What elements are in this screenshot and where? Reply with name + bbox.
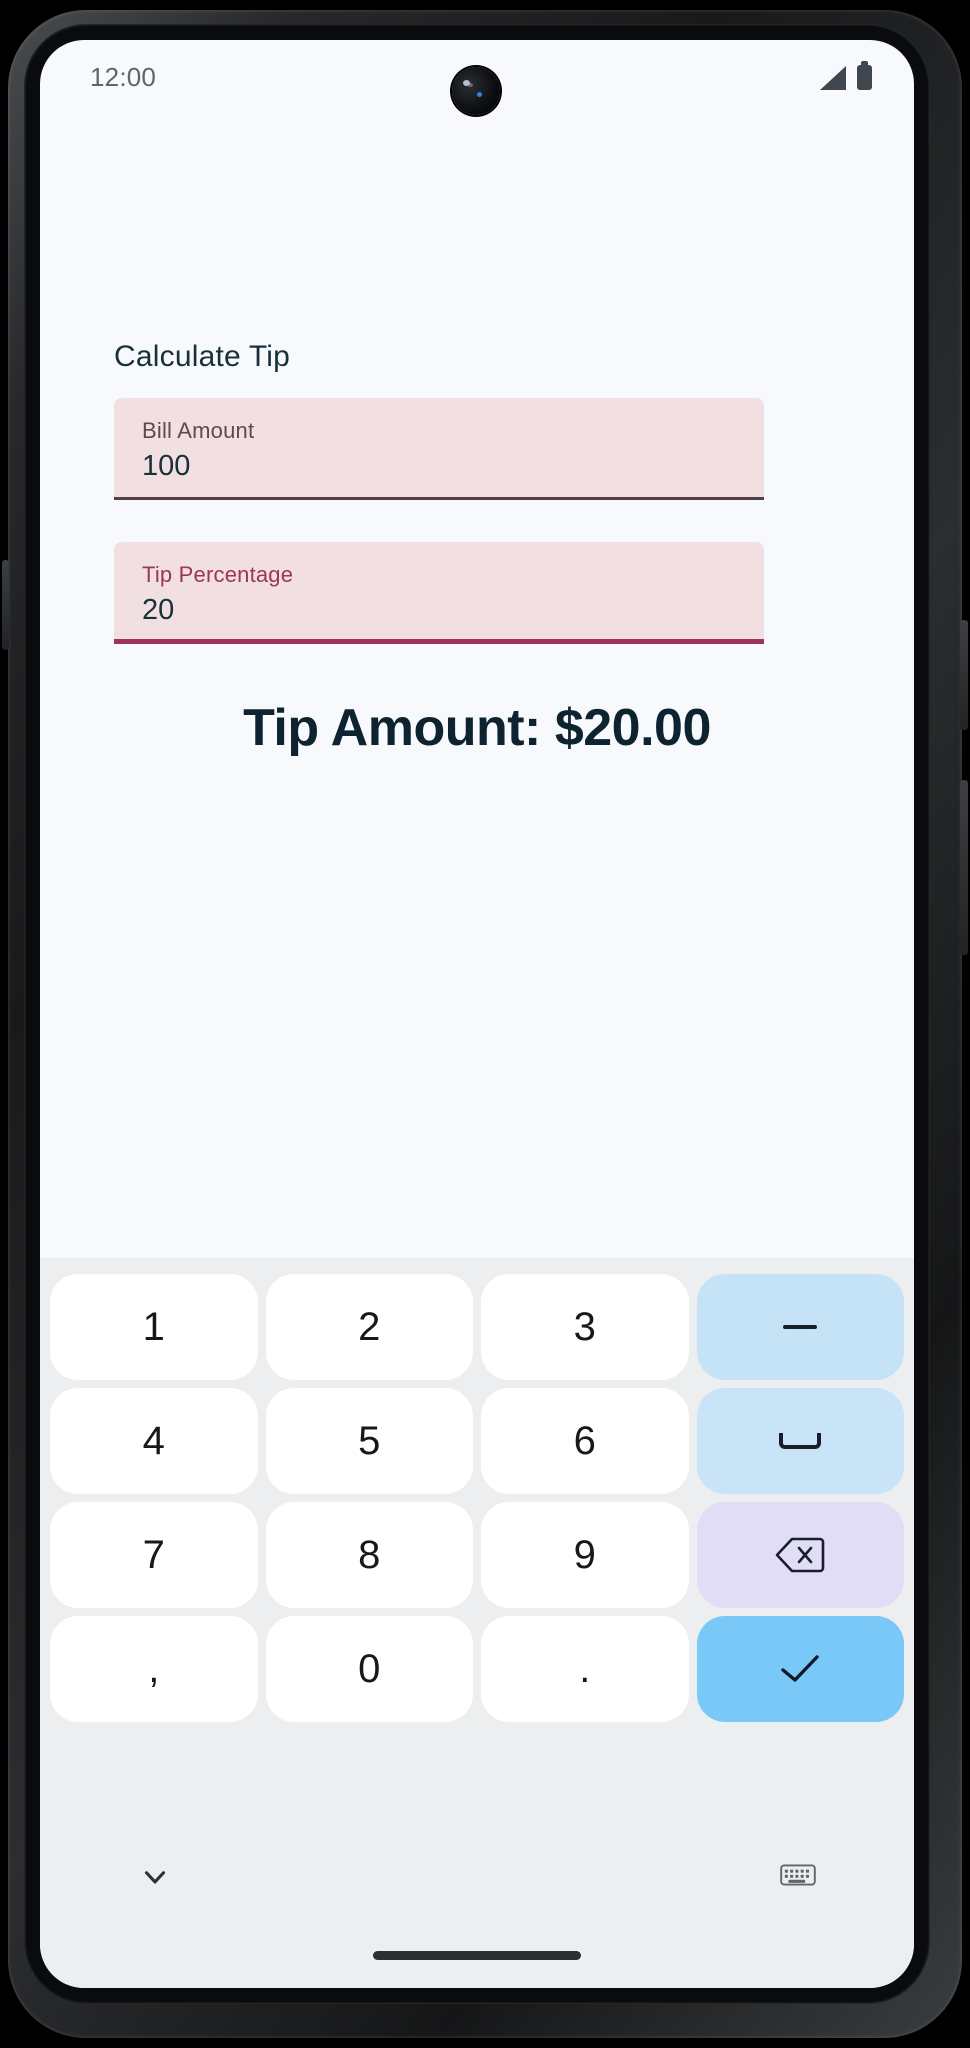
volume-button[interactable] [960, 780, 968, 955]
bill-amount-underline [114, 497, 764, 500]
key-backspace[interactable] [696, 1502, 904, 1608]
key-minus[interactable] [696, 1274, 904, 1380]
tip-calculator-screen: Calculate Tip Bill Amount 100 Tip Percen… [40, 118, 914, 1258]
page-title: Calculate Tip [114, 340, 291, 373]
backspace-icon [775, 1537, 825, 1573]
left-side-button[interactable] [2, 560, 9, 650]
status-bar-clock: 12:00 [90, 62, 157, 92]
phone-device-frame: 12:00 Calculate Tip Bill Amount 100 Tip … [0, 0, 970, 2048]
battery-full-icon [857, 61, 872, 90]
keyboard-icon[interactable] [780, 1860, 816, 1890]
power-button[interactable] [960, 620, 968, 730]
tip-percentage-underline [114, 639, 764, 644]
phone-screen: 12:00 Calculate Tip Bill Amount 100 Tip … [40, 40, 914, 1988]
key-1[interactable]: 1 [50, 1274, 258, 1380]
key-4[interactable]: 4 [50, 1388, 258, 1494]
tip-percentage-input[interactable]: 20 [142, 594, 174, 627]
tip-percentage-label: Tip Percentage [142, 562, 294, 587]
bill-amount-input[interactable]: 100 [142, 450, 190, 483]
key-9[interactable]: 9 [481, 1502, 689, 1608]
chevron-down-icon[interactable] [138, 1860, 172, 1894]
key-period[interactable]: . [481, 1616, 689, 1722]
key-0[interactable]: 0 [265, 1616, 473, 1722]
signal-bars-icon [820, 65, 846, 90]
keyboard-key-grid: 123 456 789,0. [50, 1274, 904, 1722]
navigation-pill[interactable] [373, 1951, 581, 1960]
keyboard-bottom-bar [40, 1846, 914, 1916]
key-5[interactable]: 5 [265, 1388, 473, 1494]
tip-percentage-field[interactable]: Tip Percentage 20 [114, 542, 764, 644]
key-8[interactable]: 8 [265, 1502, 473, 1608]
key-3[interactable]: 3 [481, 1274, 689, 1380]
space-icon [779, 1433, 822, 1449]
key-2[interactable]: 2 [265, 1274, 473, 1380]
status-bar-icons [820, 61, 872, 90]
key-enter[interactable] [696, 1616, 904, 1722]
bill-amount-label: Bill Amount [142, 418, 255, 443]
check-icon [781, 1655, 819, 1682]
key-comma[interactable]: , [50, 1616, 258, 1722]
numeric-keyboard: 123 456 789,0. [40, 1258, 914, 1988]
bill-amount-field[interactable]: Bill Amount 100 [114, 398, 764, 500]
tip-amount-result: Tip Amount: $20.00 [243, 699, 711, 757]
key-6[interactable]: 6 [481, 1388, 689, 1494]
key-space[interactable] [696, 1388, 904, 1494]
status-bar: 12:00 [40, 40, 914, 118]
minus-icon [783, 1325, 818, 1329]
front-camera-punch-hole-icon [452, 67, 500, 115]
key-7[interactable]: 7 [50, 1502, 258, 1608]
